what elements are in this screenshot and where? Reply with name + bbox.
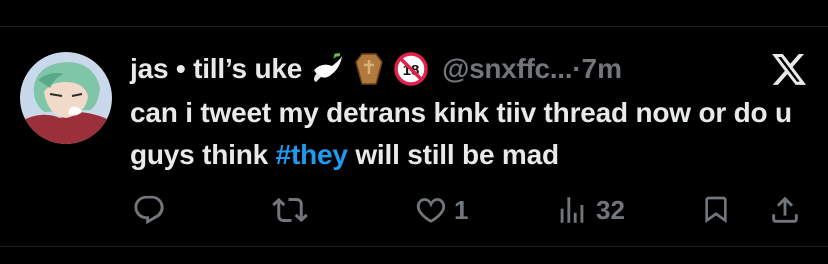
- tweet-card[interactable]: jas • till’s uke 18 @snxffc... ·: [0, 0, 828, 264]
- views-button[interactable]: 32: [554, 190, 625, 230]
- no-one-under-18-icon: 18: [394, 52, 428, 86]
- author-handle[interactable]: @snxffc...: [442, 53, 572, 85]
- separator-dot: ·: [572, 53, 582, 84]
- retweet-button[interactable]: [272, 190, 314, 230]
- share-icon: [768, 193, 802, 227]
- reply-button[interactable]: [132, 190, 172, 230]
- divider-top: [0, 26, 828, 27]
- tweet-header: jas • till’s uke 18 @snxffc... ·: [130, 50, 622, 88]
- author-name[interactable]: jas • till’s uke: [130, 53, 302, 85]
- retweet-icon: [272, 192, 308, 228]
- dove-icon: [310, 52, 344, 86]
- timestamp[interactable]: 7m: [582, 53, 622, 85]
- bookmark-button[interactable]: [700, 190, 732, 230]
- tweet-text-end: will still be mad: [347, 139, 559, 170]
- avatar[interactable]: [20, 52, 112, 144]
- x-logo-icon[interactable]: [770, 50, 808, 88]
- heart-icon: [414, 193, 448, 227]
- views-icon: [554, 193, 590, 227]
- action-bar: 1 32: [0, 190, 828, 230]
- share-button[interactable]: [768, 190, 802, 230]
- like-count: 1: [454, 194, 469, 225]
- views-count: 32: [596, 194, 625, 225]
- tweet-text: can i tweet my detrans kink tiiv thread …: [130, 92, 810, 176]
- coffin-icon: [352, 52, 386, 86]
- like-button[interactable]: 1: [414, 190, 468, 230]
- divider-bottom: [0, 246, 828, 247]
- hashtag-link[interactable]: #they: [276, 139, 348, 170]
- reply-icon: [132, 193, 166, 227]
- bookmark-icon: [700, 193, 732, 227]
